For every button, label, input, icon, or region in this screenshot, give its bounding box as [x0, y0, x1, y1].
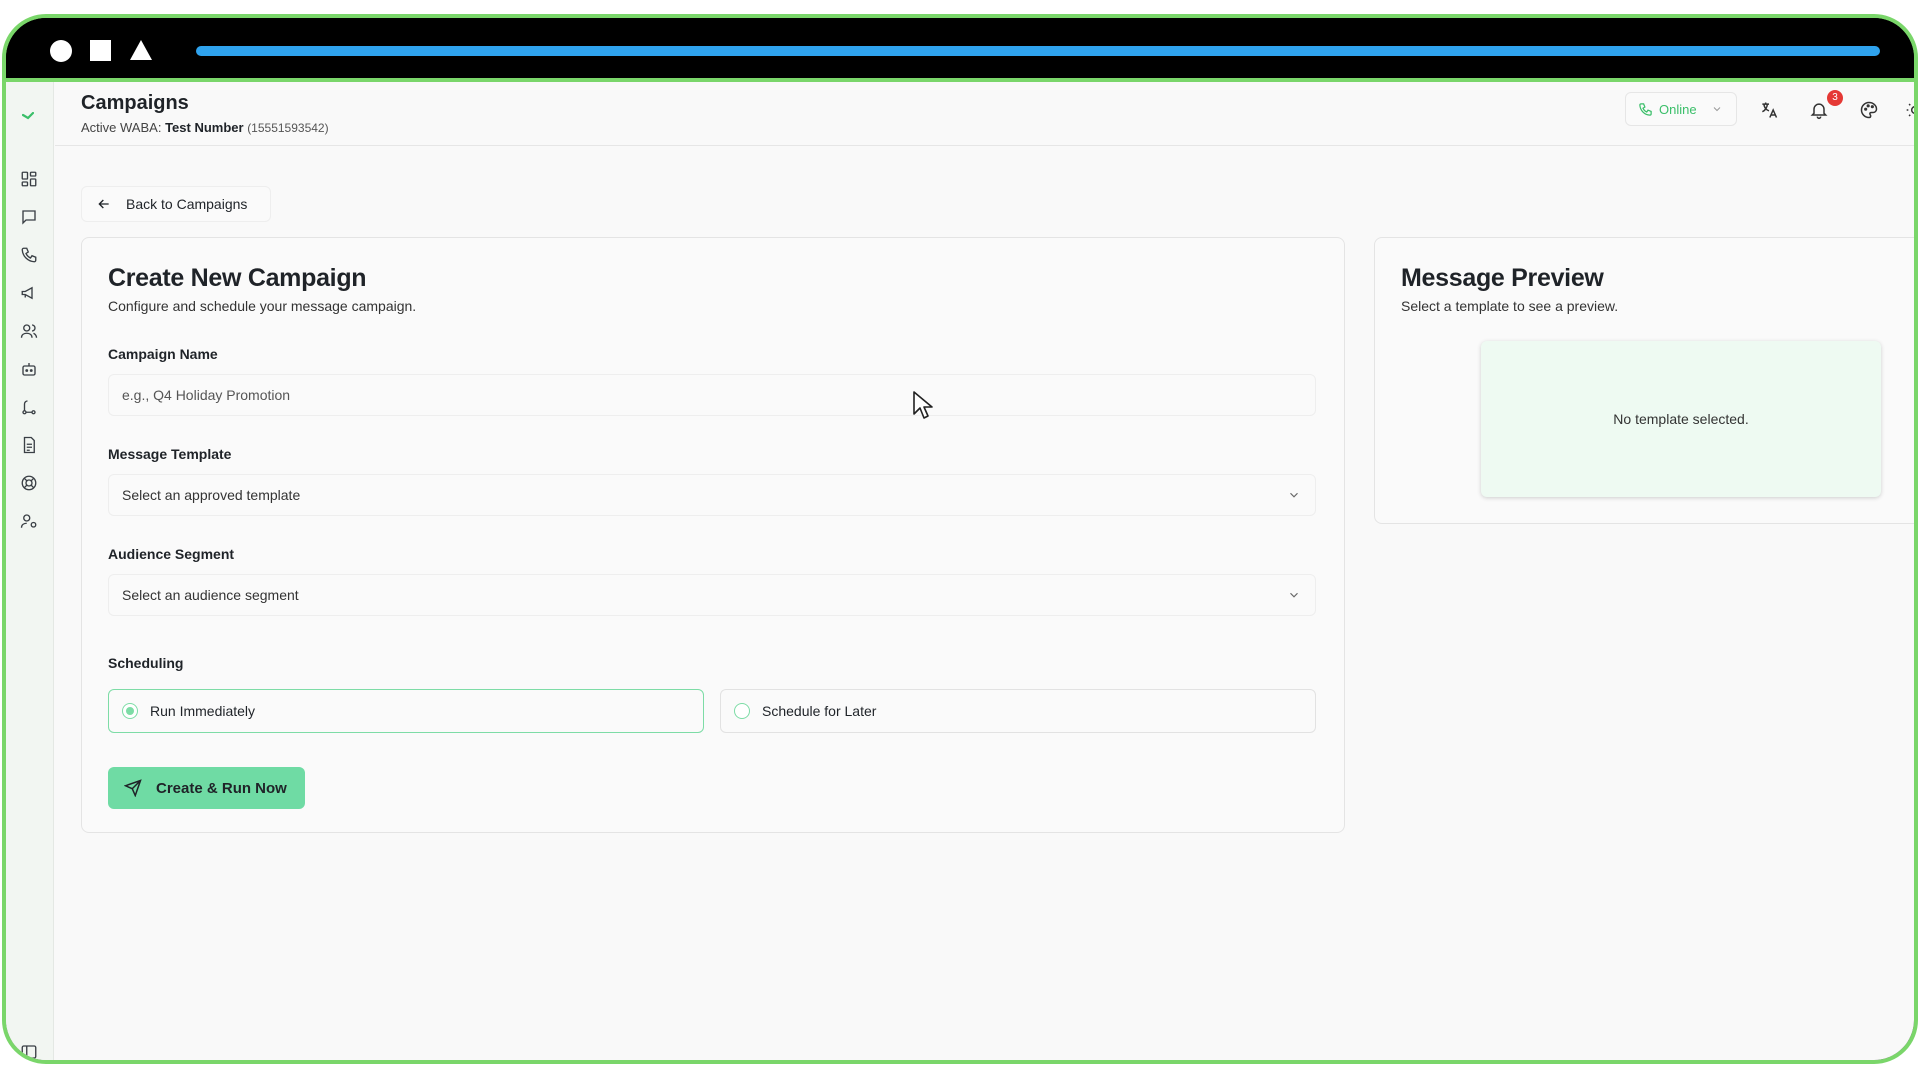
megaphone-icon[interactable]	[20, 284, 38, 302]
sidebar	[6, 82, 54, 1060]
address-bar[interactable]	[196, 46, 1880, 56]
users-icon[interactable]	[20, 322, 38, 340]
flow-icon[interactable]	[20, 398, 38, 416]
template-label: Message Template	[108, 446, 232, 462]
scheduling-label: Scheduling	[108, 655, 184, 671]
waba-number: (15551593542)	[247, 121, 329, 135]
chevron-down-icon	[1287, 588, 1301, 602]
campaign-name-field[interactable]	[108, 374, 1316, 416]
campaign-name-input[interactable]	[122, 375, 1315, 415]
status-label: Online	[1659, 101, 1697, 117]
active-waba: Active WABA: Test Number (15551593542)	[81, 120, 329, 135]
preview-box: No template selected.	[1481, 341, 1881, 497]
back-to-campaigns-button[interactable]: Back to Campaigns	[81, 186, 271, 222]
waba-prefix: Active WABA:	[81, 120, 162, 135]
create-run-button[interactable]: Create & Run Now	[108, 767, 305, 809]
phone-icon[interactable]	[20, 246, 38, 264]
sun-icon[interactable]	[1905, 100, 1914, 120]
template-select-value: Select an approved template	[122, 487, 301, 503]
palette-icon[interactable]	[1859, 100, 1879, 120]
brand-logo-icon	[22, 112, 34, 120]
schedule-later-label: Schedule for Later	[762, 703, 877, 719]
arrow-left-icon	[98, 199, 109, 209]
run-immediately-label: Run Immediately	[150, 703, 256, 719]
window-circle-control[interactable]	[50, 40, 72, 62]
app-window: Campaigns Active WABA: Test Number (1555…	[6, 78, 1914, 1060]
page-header: Campaigns Active WABA: Test Number (1555…	[55, 82, 1914, 146]
radio-selected-icon	[122, 703, 138, 719]
waba-name: Test Number	[165, 120, 244, 135]
chat-icon[interactable]	[20, 208, 38, 226]
sidebar-toggle-icon[interactable]	[20, 1043, 38, 1060]
bot-icon[interactable]	[20, 360, 38, 378]
chevron-down-icon	[1713, 107, 1720, 112]
radio-unselected-icon	[734, 703, 750, 719]
audience-label: Audience Segment	[108, 546, 235, 562]
form-title: Create New Campaign	[108, 264, 367, 292]
create-campaign-card: Create New Campaign Configure and schedu…	[81, 237, 1345, 833]
message-preview-card: Message Preview Select a template to see…	[1374, 237, 1914, 524]
window-triangle-control[interactable]	[130, 40, 152, 60]
preview-empty-text: No template selected.	[1613, 411, 1749, 427]
document-icon[interactable]	[20, 436, 38, 454]
submit-label: Create & Run Now	[156, 779, 287, 797]
mouse-cursor-icon	[913, 391, 933, 419]
status-dropdown[interactable]: Online	[1625, 92, 1737, 126]
send-icon	[124, 779, 142, 797]
notification-badge: 3	[1827, 90, 1843, 106]
phone-icon	[1639, 102, 1652, 116]
run-immediately-option[interactable]: Run Immediately	[108, 689, 704, 733]
translate-icon[interactable]	[1759, 100, 1779, 120]
device-frame: Campaigns Active WABA: Test Number (1555…	[2, 14, 1918, 1064]
page-title: Campaigns	[81, 92, 189, 114]
preview-title: Message Preview	[1401, 264, 1604, 292]
form-subtitle: Configure and schedule your message camp…	[108, 298, 417, 314]
back-label: Back to Campaigns	[126, 196, 248, 212]
bell-icon[interactable]	[1809, 100, 1829, 120]
dashboard-icon[interactable]	[20, 170, 38, 188]
audience-select-value: Select an audience segment	[122, 587, 299, 603]
schedule-later-option[interactable]: Schedule for Later	[720, 689, 1316, 733]
campaign-name-label: Campaign Name	[108, 346, 218, 362]
window-square-control[interactable]	[90, 40, 111, 61]
chevron-down-icon	[1287, 488, 1301, 502]
preview-subtitle: Select a template to see a preview.	[1401, 298, 1619, 314]
support-icon[interactable]	[20, 474, 38, 492]
template-select[interactable]: Select an approved template	[108, 474, 1316, 516]
audience-select[interactable]: Select an audience segment	[108, 574, 1316, 616]
window-topbar	[6, 18, 1914, 78]
user-settings-icon[interactable]	[20, 512, 38, 530]
